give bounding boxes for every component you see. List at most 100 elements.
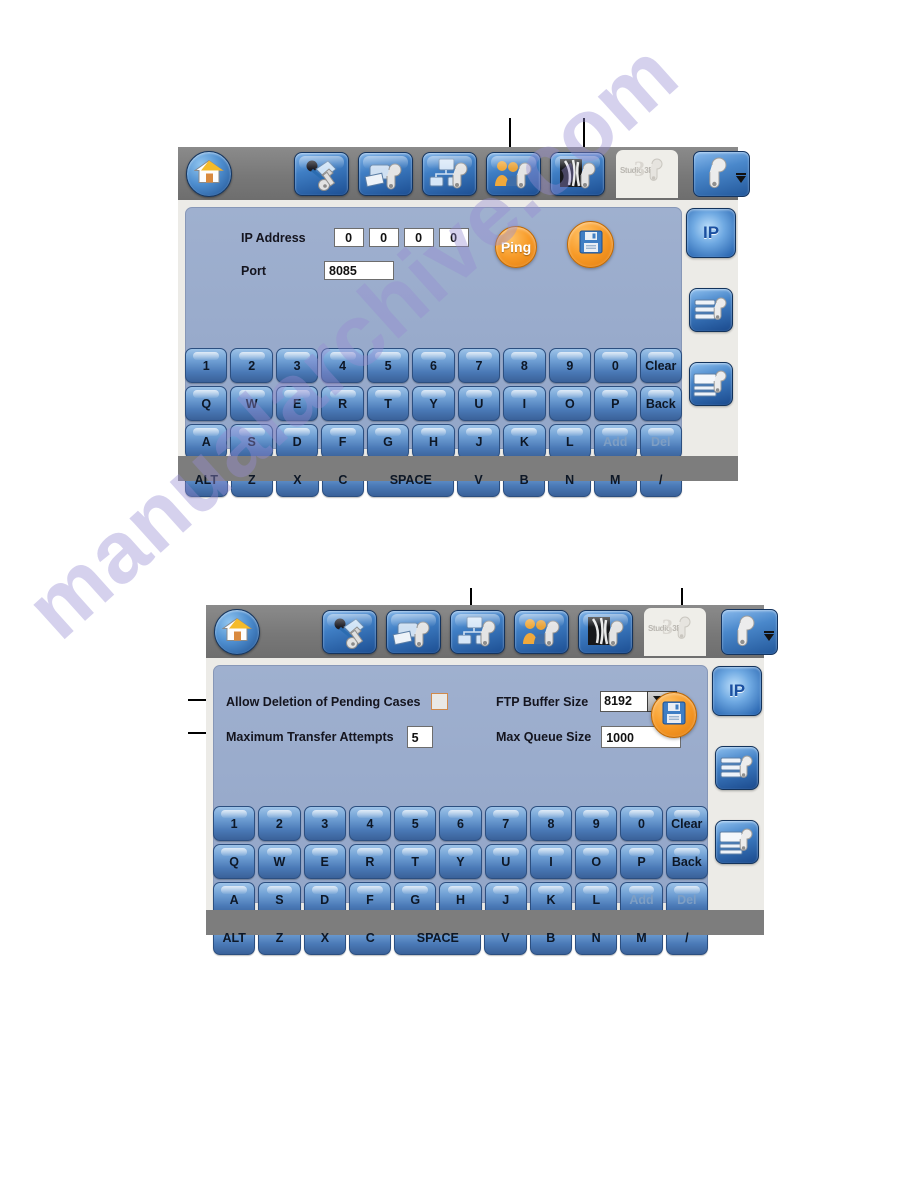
max-transfer-label: Maximum Transfer Attempts: [226, 730, 394, 744]
key-8[interactable]: 8: [503, 348, 546, 383]
port-row: Port 8085: [241, 261, 394, 280]
key-e-b[interactable]: E: [303, 844, 346, 879]
device-footer: [178, 456, 738, 481]
ip-octet-2[interactable]: 0: [368, 228, 399, 247]
key-1[interactable]: 1: [185, 348, 228, 383]
toolbar: Studio 3D 3: [178, 147, 750, 200]
key-g[interactable]: G: [366, 424, 410, 459]
key-w[interactable]: W: [230, 386, 273, 421]
rail-ip-settings[interactable]: IP: [686, 208, 736, 258]
key-clear-b[interactable]: Clear: [665, 806, 708, 841]
key-r-b[interactable]: R: [348, 844, 392, 879]
port-input[interactable]: 8085: [324, 261, 394, 280]
key-o[interactable]: O: [548, 386, 592, 421]
key-0-b[interactable]: 0: [620, 806, 663, 841]
toolbtn-acquisition-settings-2[interactable]: [322, 609, 377, 654]
key-6-b[interactable]: 6: [439, 806, 482, 841]
key-3[interactable]: 3: [275, 348, 319, 383]
keyboard-row-3: A S D F G H J K L Add Del: [185, 424, 682, 459]
toolbtn-network-settings[interactable]: [422, 151, 477, 196]
save-button-network[interactable]: [567, 221, 614, 268]
max-transfer-input[interactable]: 5: [406, 726, 433, 748]
key-4[interactable]: 4: [321, 348, 364, 383]
toolbtn-image-settings[interactable]: [550, 151, 605, 196]
ip-octet-3[interactable]: 0: [403, 228, 434, 247]
allow-deletion-checkbox[interactable]: [431, 693, 449, 710]
key-u[interactable]: U: [457, 386, 501, 421]
key-h[interactable]: H: [412, 424, 455, 459]
tool-button-group-2: Studio 3D 3: [322, 607, 778, 656]
svg-text:3: 3: [662, 614, 673, 639]
toolbar-2: Studio 3D 3: [206, 605, 778, 658]
key-6[interactable]: 6: [412, 348, 455, 383]
screen-area-2: Allow Deletion of Pending Cases FTP Buff…: [206, 658, 764, 955]
key-q-b[interactable]: Q: [213, 844, 256, 879]
key-2-b[interactable]: 2: [258, 806, 301, 841]
key-5-b[interactable]: 5: [394, 806, 437, 841]
key-s[interactable]: S: [230, 424, 273, 459]
key-3-b[interactable]: 3: [303, 806, 346, 841]
ftp-buffer-label: FTP Buffer Size: [496, 694, 589, 709]
key-7[interactable]: 7: [457, 348, 501, 383]
key-w-b[interactable]: W: [258, 844, 301, 879]
key-1-b[interactable]: 1: [213, 806, 256, 841]
tool-button-group: Studio 3D 3: [294, 149, 750, 198]
key-t-b[interactable]: T: [394, 844, 437, 879]
keyboard-row-1: 1 2 3 4 5 6 7 8 9 0 Clear: [185, 348, 682, 383]
key-back-b[interactable]: Back: [665, 844, 708, 879]
toolbtn-user-settings[interactable]: [486, 151, 541, 196]
ip-octet-1[interactable]: 0: [333, 228, 364, 247]
key-e[interactable]: E: [275, 386, 319, 421]
key-a[interactable]: A: [185, 424, 228, 459]
key-j[interactable]: J: [457, 424, 501, 459]
rail-record-settings-2[interactable]: [715, 820, 759, 864]
key-y[interactable]: Y: [412, 386, 455, 421]
toolbtn-acquisition-settings[interactable]: [294, 151, 349, 196]
rail-list-settings-2[interactable]: [715, 746, 759, 790]
key-q[interactable]: Q: [185, 386, 228, 421]
port-label: Port: [241, 263, 266, 278]
key-y-b[interactable]: Y: [439, 844, 482, 879]
save-button-transfer[interactable]: [651, 692, 697, 738]
key-r[interactable]: R: [321, 386, 364, 421]
key-9[interactable]: 9: [548, 348, 592, 383]
home-button-2[interactable]: [214, 608, 260, 655]
key-2[interactable]: 2: [230, 348, 273, 383]
tab-studio-3d[interactable]: Studio 3D 3: [616, 149, 678, 198]
key-clear[interactable]: Clear: [639, 348, 682, 383]
ping-button[interactable]: Ping: [495, 226, 537, 268]
key-back[interactable]: Back: [639, 386, 682, 421]
key-k[interactable]: K: [503, 424, 546, 459]
key-f[interactable]: F: [321, 424, 364, 459]
key-4-b[interactable]: 4: [348, 806, 392, 841]
ip-octet-4[interactable]: 0: [438, 228, 469, 247]
key-d[interactable]: D: [275, 424, 319, 459]
key-o-b[interactable]: O: [575, 844, 618, 879]
toolbtn-image-settings-2[interactable]: [578, 609, 633, 654]
key-5[interactable]: 5: [366, 348, 410, 383]
key-7-b[interactable]: 7: [484, 806, 527, 841]
key-8-b[interactable]: 8: [529, 806, 573, 841]
key-i-b[interactable]: I: [529, 844, 573, 879]
home-button[interactable]: [186, 150, 232, 197]
toolbtn-user-settings-2[interactable]: [514, 609, 569, 654]
rail-record-settings[interactable]: [689, 362, 733, 406]
tab-studio-3d-2[interactable]: Studio 3D 3: [644, 607, 706, 656]
toolbtn-printer-settings[interactable]: [358, 151, 413, 196]
key-p[interactable]: P: [594, 386, 637, 421]
toolbtn-network-settings-2[interactable]: [450, 609, 505, 654]
key-9-b[interactable]: 9: [575, 806, 618, 841]
record-settings-icon-2: [719, 828, 753, 855]
more-settings-button[interactable]: [693, 150, 750, 197]
key-p-b[interactable]: P: [620, 844, 663, 879]
more-settings-button-2[interactable]: [721, 608, 778, 655]
toolbtn-printer-settings-2[interactable]: [386, 609, 441, 654]
rail-list-settings[interactable]: [689, 288, 733, 332]
key-u-b[interactable]: U: [484, 844, 527, 879]
rail-ip-settings-2[interactable]: IP: [712, 666, 762, 716]
key-i[interactable]: I: [503, 386, 546, 421]
key-0[interactable]: 0: [594, 348, 637, 383]
svg-text:3: 3: [634, 156, 645, 181]
key-t[interactable]: T: [366, 386, 410, 421]
key-l[interactable]: L: [548, 424, 592, 459]
